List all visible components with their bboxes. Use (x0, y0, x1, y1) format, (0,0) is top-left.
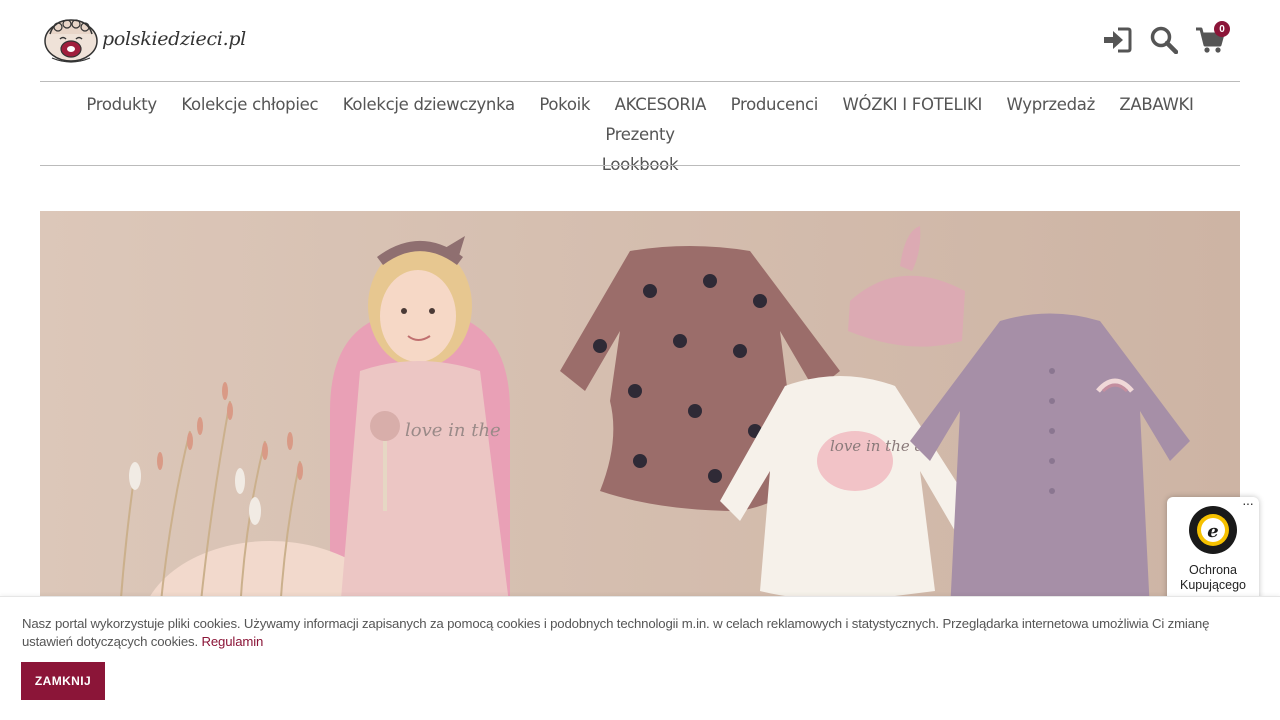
nav-item-pokoik[interactable]: Pokoik (539, 90, 590, 119)
login-icon (1104, 27, 1132, 53)
nav-item-wozki-i-foteliki[interactable]: WÓZKI I FOTELIKI (843, 90, 983, 119)
search-icon (1150, 26, 1178, 54)
search-button[interactable] (1148, 24, 1180, 56)
nav-item-wyprzedaz[interactable]: Wyprzedaż (1007, 90, 1096, 119)
login-button[interactable] (1102, 24, 1134, 56)
nav-item-produkty[interactable]: Produkty (86, 90, 157, 119)
hero-shirt-text: love in the (405, 420, 501, 441)
logo-text: polskiedzieci.pl (102, 28, 246, 50)
hero-illustration: love in the love in the air (40, 211, 1240, 611)
close-cookie-button[interactable]: ZAMKNIJ (21, 662, 105, 700)
header-actions: 0 (1102, 21, 1230, 56)
site-header: polskiedzieci.pl 0 (40, 0, 1240, 82)
trusted-options-icon[interactable]: ··· (1242, 495, 1254, 511)
nav-item-producenci[interactable]: Producenci (731, 90, 819, 119)
regulamin-link[interactable]: Regulamin (201, 634, 263, 649)
nav-item-kolekcje-chlopiec[interactable]: Kolekcje chłopiec (181, 90, 318, 119)
cart-button[interactable]: 0 (1194, 21, 1230, 56)
nav-item-akcesoria[interactable]: AKCESORIA (615, 90, 707, 119)
nav-divider (40, 165, 1240, 166)
svg-text:e: e (1207, 521, 1218, 542)
header-divider (40, 81, 1240, 82)
cookie-banner: Nasz portal wykorzystuje pliki cookies. … (0, 596, 1280, 720)
site-logo[interactable]: polskiedzieci.pl (42, 14, 246, 64)
trusted-shops-seal-icon: e (1189, 506, 1237, 554)
hero-banner[interactable]: love in the love in the air (40, 211, 1240, 611)
trusted-shops-label: Ochrona Kupującego (1179, 563, 1247, 592)
cookie-message: Nasz portal wykorzystuje pliki cookies. … (22, 615, 1258, 651)
baby-face-logo-icon (44, 19, 98, 63)
trusted-shops-badge[interactable]: ··· e Ochrona Kupującego (1167, 495, 1259, 607)
nav-item-kolekcje-dziewczynka[interactable]: Kolekcje dziewczynka (343, 90, 515, 119)
nav-item-prezenty[interactable]: Prezenty (605, 120, 675, 149)
main-navigation: Produkty Kolekcje chłopiec Kolekcje dzie… (40, 90, 1240, 180)
cart-count-badge: 0 (1214, 21, 1230, 37)
nav-item-zabawki[interactable]: ZABAWKI (1119, 90, 1194, 119)
